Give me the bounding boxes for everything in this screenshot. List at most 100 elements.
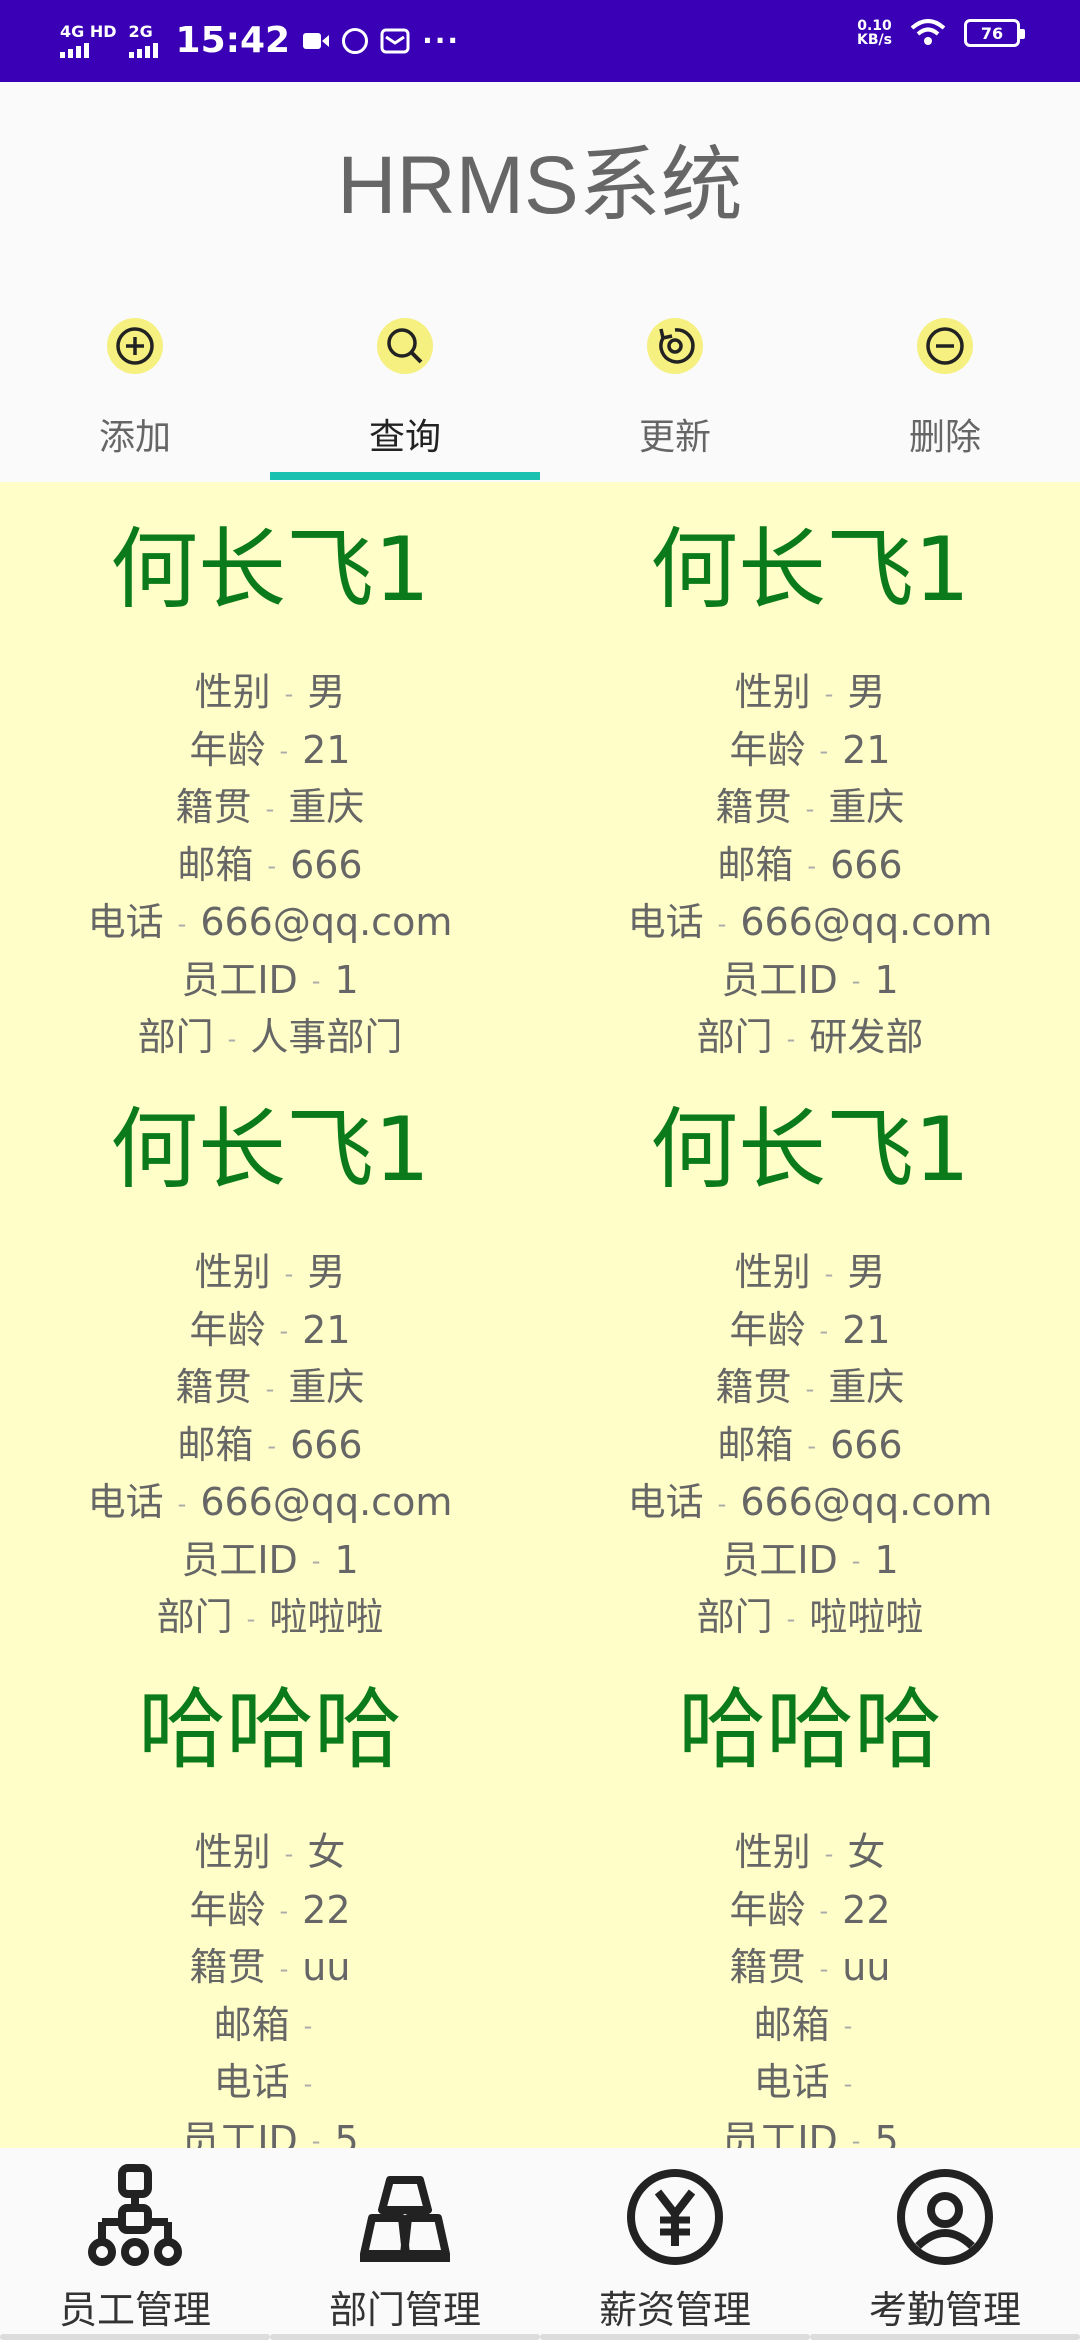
field-row: 员工ID -1	[0, 952, 540, 1010]
employee-fields: 性别 - 女年龄 -22 籍贯 - uu 邮箱 - 电话 - 员工ID -5	[540, 1824, 1080, 2148]
network-label-1: 4G HD	[60, 21, 117, 41]
field-separator: -	[717, 1489, 727, 1518]
app-notification-icon	[342, 27, 369, 54]
field-value: 重庆	[288, 785, 365, 829]
employee-fields: 性别 - 男年龄 -21 籍贯 - 重庆 邮箱 -666 电话 -666@qq.com 员工ID -1 部…	[540, 664, 1080, 1067]
field-row: 籍贯 - 重庆	[0, 779, 540, 837]
nav-salary-management[interactable]: 薪资管理	[540, 2148, 810, 2340]
field-label: 电话	[753, 2060, 830, 2104]
field-row: 性别 - 女	[0, 1824, 540, 1882]
field-value: 666	[830, 842, 903, 887]
field-separator: -	[279, 1317, 289, 1346]
field-value: 1	[874, 1537, 899, 1582]
field-value: 啦啦啦	[269, 1595, 384, 1639]
field-separator: -	[807, 1432, 817, 1461]
employee-list[interactable]: 何长飞1 性别 - 男年龄 -21 籍贯 - 重庆 邮箱 -666 电话 -666@qq.com 员工I…	[0, 482, 1080, 2148]
field-row: 员工ID -1	[540, 952, 1080, 1010]
nav-underline	[810, 2334, 1080, 2340]
tab-update[interactable]: 更新	[540, 318, 810, 478]
field-separator: -	[851, 967, 861, 996]
refresh-icon	[647, 318, 703, 374]
field-separator: -	[177, 909, 187, 938]
field-row: 电话 -	[540, 2054, 1080, 2112]
tab-bar: 添加 查询 更新 删除	[0, 318, 1080, 478]
field-separator: -	[851, 1547, 861, 1576]
tab-add[interactable]: 添加	[0, 318, 270, 478]
field-separator: -	[311, 967, 321, 996]
nav-label: 部门管理	[328, 2288, 481, 2332]
nav-department-management[interactable]: 部门管理	[270, 2148, 540, 2340]
field-value: 男	[307, 670, 346, 714]
field-label: 邮箱	[717, 1422, 794, 1467]
field-label: 部门	[696, 1015, 773, 1059]
field-row: 员工ID -5	[0, 2112, 540, 2149]
field-row: 电话 -	[0, 2054, 540, 2112]
nav-attendance-management[interactable]: 考勤管理	[810, 2148, 1080, 2340]
field-value: 1	[334, 957, 359, 1002]
field-row: 籍贯 - uu	[540, 1939, 1080, 1997]
net-speed: 0.10 KB/s	[857, 19, 892, 47]
field-separator: -	[819, 737, 829, 766]
more-notifications-icon: ···	[422, 24, 461, 57]
field-row: 邮箱 -666	[0, 1417, 540, 1475]
field-separator: -	[177, 1489, 187, 1518]
nav-underline	[270, 2334, 540, 2340]
field-label: 部门	[156, 1595, 233, 1639]
tab-delete[interactable]: 删除	[810, 318, 1080, 478]
nav-label: 考勤管理	[868, 2288, 1021, 2332]
field-label: 员工ID	[181, 2117, 298, 2149]
field-label: 年龄	[729, 1307, 806, 1352]
field-value: 男	[847, 1250, 886, 1294]
field-label: 籍贯	[729, 1945, 806, 1989]
search-icon	[377, 318, 433, 374]
field-separator: -	[807, 852, 817, 881]
field-value: 男	[307, 1250, 346, 1294]
field-label: 员工ID	[721, 2117, 838, 2149]
field-separator: -	[805, 794, 815, 823]
field-label: 年龄	[189, 1887, 266, 1932]
field-label: 性别	[734, 1250, 811, 1294]
field-separator: -	[303, 2012, 313, 2041]
tab-label: 更新	[638, 417, 711, 458]
field-value: 重庆	[828, 1365, 905, 1409]
employee-fields: 性别 - 女年龄 -22 籍贯 - uu 邮箱 - 电话 - 员工ID -5	[0, 1824, 540, 2148]
employee-card[interactable]: 何长飞1 性别 - 男年龄 -21 籍贯 - 重庆 邮箱 -666 电话 -666@qq.com 员工I…	[0, 1062, 540, 1642]
field-row: 性别 - 男	[540, 664, 1080, 722]
field-separator: -	[284, 1259, 294, 1288]
employee-card[interactable]: 哈哈哈 性别 - 女年龄 -22 籍贯 - uu 邮箱 - 电话 - 员工ID -5	[0, 1642, 540, 2149]
field-label: 邮箱	[717, 842, 794, 887]
field-label: 籍贯	[715, 1365, 792, 1409]
field-value: 666@qq.com	[740, 900, 993, 944]
field-label: 员工ID	[181, 1537, 298, 1582]
employee-card[interactable]: 何长飞1 性别 - 男年龄 -21 籍贯 - 重庆 邮箱 -666 电话 -666@qq.com 员工I…	[0, 482, 540, 1062]
field-value: 5	[334, 2117, 359, 2149]
field-separator: -	[265, 794, 275, 823]
tab-search[interactable]: 查询	[270, 318, 540, 478]
employee-name: 何长飞1	[110, 518, 430, 621]
field-value: 22	[302, 1887, 351, 1932]
field-value: 重庆	[288, 1365, 365, 1409]
tab-label: 查询	[368, 417, 441, 458]
field-value: uu	[842, 1945, 891, 1989]
field-row: 性别 - 男	[0, 1244, 540, 1302]
field-separator: -	[819, 1954, 829, 1983]
employee-card[interactable]: 哈哈哈 性别 - 女年龄 -22 籍贯 - uu 邮箱 - 电话 - 员工ID -5	[540, 1642, 1080, 2149]
employee-card[interactable]: 何长飞1 性别 - 男年龄 -21 籍贯 - 重庆 邮箱 -666 电话 -666@qq.com 员工I…	[540, 482, 1080, 1062]
field-value: 5	[874, 2117, 899, 2149]
yen-coin-icon	[627, 2169, 723, 2265]
field-row: 籍贯 - 重庆	[0, 1359, 540, 1417]
attendance-icon	[897, 2169, 993, 2265]
field-label: 邮箱	[177, 1422, 254, 1467]
nav-employee-management[interactable]: 员工管理	[0, 2148, 270, 2340]
bottom-nav: 员工管理 部门管理 薪资管理 考勤管理	[0, 2148, 1080, 2340]
field-separator: -	[284, 1839, 294, 1868]
field-separator: -	[851, 2127, 861, 2148]
signal-indicator-1: 4G HD	[60, 21, 117, 58]
field-label: 性别	[194, 670, 271, 714]
field-separator: -	[824, 1839, 834, 1868]
field-label: 性别	[194, 1250, 271, 1294]
field-separator: -	[786, 1024, 796, 1053]
employee-card[interactable]: 何长飞1 性别 - 男年龄 -21 籍贯 - 重庆 邮箱 -666 电话 -666@qq.com 员工I…	[540, 1062, 1080, 1642]
field-row: 邮箱 -666	[0, 837, 540, 895]
employee-name: 哈哈哈	[677, 1678, 942, 1781]
